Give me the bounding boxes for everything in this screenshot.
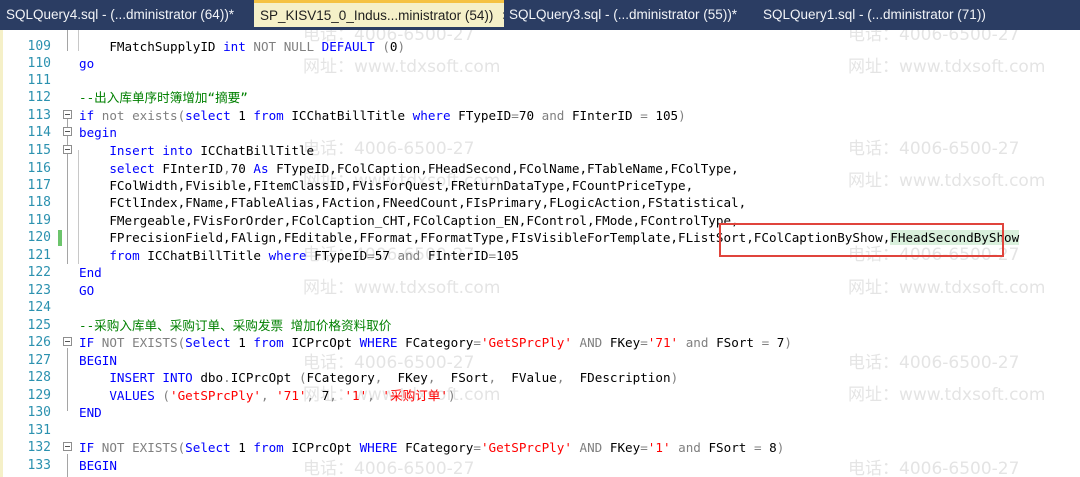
line-number: 126 xyxy=(27,335,51,350)
code-line: 118 FCtlIndex,FName,FTableAlias,FAction,… xyxy=(3,193,1080,212)
code-line: 114 begin xyxy=(3,123,1080,142)
collapse-icon[interactable] xyxy=(63,145,72,154)
line-number: 120 xyxy=(27,230,51,245)
code-text: Insert into ICChatBillTitle xyxy=(79,143,315,158)
code-line: 126 IF NOT EXISTS(Select 1 from ICPrcOpt… xyxy=(3,333,1080,352)
tab-label: SQLQuery1.sql - (...dministrator (71)) xyxy=(763,7,986,22)
code-line: 112 --出入库单序时簿增加“摘要” xyxy=(3,88,1080,107)
code-line: 132 IF NOT EXISTS(Select 1 from ICPrcOpt… xyxy=(3,438,1080,457)
line-number: 130 xyxy=(27,405,51,420)
tab-sp-kisv15-active[interactable]: SP_KISV15_0_Indus...ministrator (54)) ✕ xyxy=(254,0,504,27)
code-text: END xyxy=(79,405,102,420)
collapse-icon[interactable] xyxy=(63,337,72,346)
collapse-icon[interactable] xyxy=(63,110,72,119)
code-line: 115 Insert into ICChatBillTitle xyxy=(3,141,1080,160)
code-line: 130 END xyxy=(3,403,1080,422)
selected-text: FHeadSecondByShow xyxy=(890,230,1020,245)
code-text: INSERT INTO dbo.ICPrcOpt (FCategory, FKe… xyxy=(79,370,679,385)
document-tab-bar: SQLQuery4.sql - (...dministrator (64))* … xyxy=(0,0,1080,30)
line-number: 133 xyxy=(27,458,51,473)
line-number: 128 xyxy=(27,370,51,385)
code-text: End xyxy=(79,265,102,280)
line-number: 124 xyxy=(27,300,51,315)
tab-label: SP_KISV15_0_Indus...ministrator (54)) xyxy=(260,8,494,23)
code-line: 133 BEGIN xyxy=(3,456,1080,475)
code-line: 120 FPrecisionField,FAlign,FEditable,FFo… xyxy=(3,228,1080,247)
tab-sqlquery4[interactable]: SQLQuery4.sql - (...dministrator (64))* xyxy=(6,0,252,30)
change-marker xyxy=(58,230,62,246)
close-icon[interactable]: ✕ xyxy=(501,9,504,23)
code-text: IF NOT EXISTS(Select 1 from ICPrcOpt WHE… xyxy=(79,440,785,455)
line-number: 114 xyxy=(27,125,51,140)
code-text: --出入库单序时簿增加“摘要” xyxy=(79,90,248,105)
line-number: 122 xyxy=(27,265,51,280)
code-text: FPrecisionField,FAlign,FEditable,FFormat… xyxy=(79,230,1020,245)
code-line: 128 INSERT INTO dbo.ICPrcOpt (FCategory,… xyxy=(3,368,1080,387)
line-number: 132 xyxy=(27,440,51,455)
line-number: 112 xyxy=(27,90,51,105)
collapse-icon[interactable] xyxy=(63,127,72,136)
line-number: 115 xyxy=(27,143,51,158)
tab-sqlquery1[interactable]: SQLQuery1.sql - (...dministrator (71)) xyxy=(763,0,1003,30)
code-text: IF NOT EXISTS(Select 1 from ICPrcOpt WHE… xyxy=(79,335,792,350)
line-number: 118 xyxy=(27,195,51,210)
code-text: BEGIN xyxy=(79,458,117,473)
code-text: FCtlIndex,FName,FTableAlias,FAction,FNee… xyxy=(79,195,747,210)
tab-label: SQLQuery3.sql - (...dministrator (55))* xyxy=(509,7,738,22)
collapse-icon[interactable] xyxy=(63,442,72,451)
code-line: 124 xyxy=(3,298,1080,317)
code-line: 122 End xyxy=(3,263,1080,282)
tab-sqlquery3[interactable]: SQLQuery3.sql - (...dministrator (55))* xyxy=(509,0,749,30)
code-text: begin xyxy=(79,125,117,140)
code-editor[interactable]: 电话：4006-6500-27 网址：www.tdxsoft.com 电话：40… xyxy=(0,30,1080,477)
tab-label: SQLQuery4.sql - (...dministrator (64))* xyxy=(6,7,235,22)
